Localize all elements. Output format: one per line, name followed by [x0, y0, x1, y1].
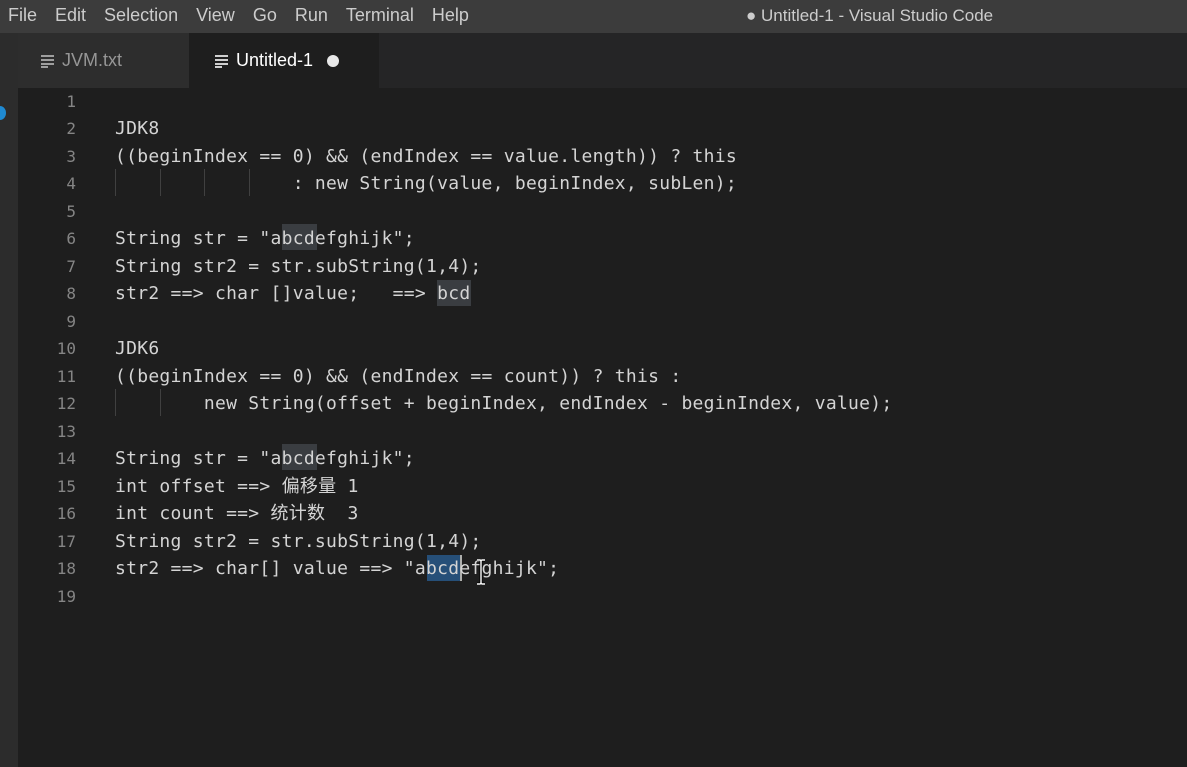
line-number: 12 — [56, 394, 76, 413]
code-line: 2 JDK8 — [18, 115, 1187, 142]
line-text: JDK6 — [115, 338, 160, 359]
line-number: 9 — [66, 312, 76, 331]
text-file-icon — [215, 54, 228, 68]
menu-file[interactable]: File — [0, 0, 47, 33]
tab-bar: JVM.txt Untitled-1 — [18, 33, 1187, 88]
line-number: 2 — [66, 119, 76, 138]
line-number: 14 — [56, 449, 76, 468]
line-text: String str = "abcdefghijk"; — [115, 228, 415, 249]
line-number: 17 — [56, 532, 76, 551]
menu-run[interactable]: Run — [287, 0, 338, 33]
line-text: JDK8 — [115, 118, 160, 139]
code-line: 12 new String(offset + beginIndex, endIn… — [18, 390, 1187, 417]
menu-edit[interactable]: Edit — [47, 0, 96, 33]
line-text: ((beginIndex == 0) && (endIndex == value… — [115, 146, 737, 167]
menu-help[interactable]: Help — [424, 0, 479, 33]
code-line: 11 ((beginIndex == 0) && (endIndex == co… — [18, 363, 1187, 390]
code-line: 8 str2 ==> char []value; ==> bcd — [18, 280, 1187, 307]
code-editor[interactable]: 1 2 JDK8 3 ((beginIndex == 0) && (endInd… — [18, 88, 1187, 767]
line-text: int count ==> 统计数 3 — [115, 503, 359, 524]
line-text: String str2 = str.subString(1,4); — [115, 531, 482, 552]
code-line: 10 JDK6 — [18, 335, 1187, 362]
menu-view[interactable]: View — [188, 0, 245, 33]
tab-jvm-txt[interactable]: JVM.txt — [18, 33, 189, 88]
line-number: 15 — [56, 477, 76, 496]
code-line: 3 ((beginIndex == 0) && (endIndex == val… — [18, 143, 1187, 170]
activity-bar-edge — [0, 33, 18, 767]
line-number: 5 — [66, 202, 76, 221]
menu-terminal[interactable]: Terminal — [338, 0, 424, 33]
tab-untitled-1[interactable]: Untitled-1 — [189, 33, 379, 88]
code-line: 4 : new String(value, beginIndex, subLen… — [18, 170, 1187, 197]
line-number: 13 — [56, 422, 76, 441]
line-number: 10 — [56, 339, 76, 358]
line-text: str2 ==> char[] value ==> "abcdefghijk"; — [115, 558, 560, 579]
text-file-icon — [41, 54, 54, 68]
menu-bar: File Edit Selection View Go Run Terminal… — [0, 0, 1187, 33]
code-line: 16 int count ==> 统计数 3 — [18, 500, 1187, 527]
code-line: 1 — [18, 88, 1187, 115]
tab-label: JVM.txt — [62, 50, 123, 70]
line-number: 3 — [66, 147, 76, 166]
tab-label: Untitled-1 — [236, 50, 314, 70]
line-number: 7 — [66, 257, 76, 276]
code-line: 9 — [18, 308, 1187, 335]
unsaved-dot-icon[interactable] — [327, 54, 340, 67]
window-title: ● Untitled-1 - Visual Studio Code — [746, 6, 994, 25]
line-number: 8 — [66, 284, 76, 303]
line-text: : new String(value, beginIndex, subLen); — [115, 173, 737, 194]
menu-items: File Edit Selection View Go Run Terminal… — [0, 0, 479, 33]
line-text: str2 ==> char []value; ==> bcd — [115, 283, 471, 304]
notification-dot — [0, 106, 6, 120]
code-line: 19 — [18, 583, 1187, 610]
code-line: 13 — [18, 418, 1187, 445]
line-number: 11 — [56, 367, 76, 386]
code-line: 6 String str = "abcdefghijk"; — [18, 225, 1187, 252]
menu-selection[interactable]: Selection — [96, 0, 188, 33]
code-line: 7 String str2 = str.subString(1,4); — [18, 253, 1187, 280]
code-line: 15 int offset ==> 偏移量 1 — [18, 473, 1187, 500]
code-line: 5 — [18, 198, 1187, 225]
line-text: int offset ==> 偏移量 1 — [115, 476, 359, 497]
mouse-ibeam-cursor-icon — [477, 559, 485, 585]
line-text: String str2 = str.subString(1,4); — [115, 256, 482, 277]
line-number: 18 — [56, 559, 76, 578]
line-number: 19 — [56, 587, 76, 606]
line-number: 1 — [66, 92, 76, 111]
line-number: 6 — [66, 229, 76, 248]
line-text: new String(offset + beginIndex, endIndex… — [115, 393, 893, 414]
line-number: 4 — [66, 174, 76, 193]
code-line: 17 String str2 = str.subString(1,4); — [18, 528, 1187, 555]
line-text: ((beginIndex == 0) && (endIndex == count… — [115, 366, 682, 387]
menu-go[interactable]: Go — [245, 0, 287, 33]
line-number: 16 — [56, 504, 76, 523]
line-text: String str = "abcdefghijk"; — [115, 448, 415, 469]
code-line: 14 String str = "abcdefghijk"; — [18, 445, 1187, 472]
code-line: 18 str2 ==> char[] value ==> "abcdefghij… — [18, 555, 1187, 582]
